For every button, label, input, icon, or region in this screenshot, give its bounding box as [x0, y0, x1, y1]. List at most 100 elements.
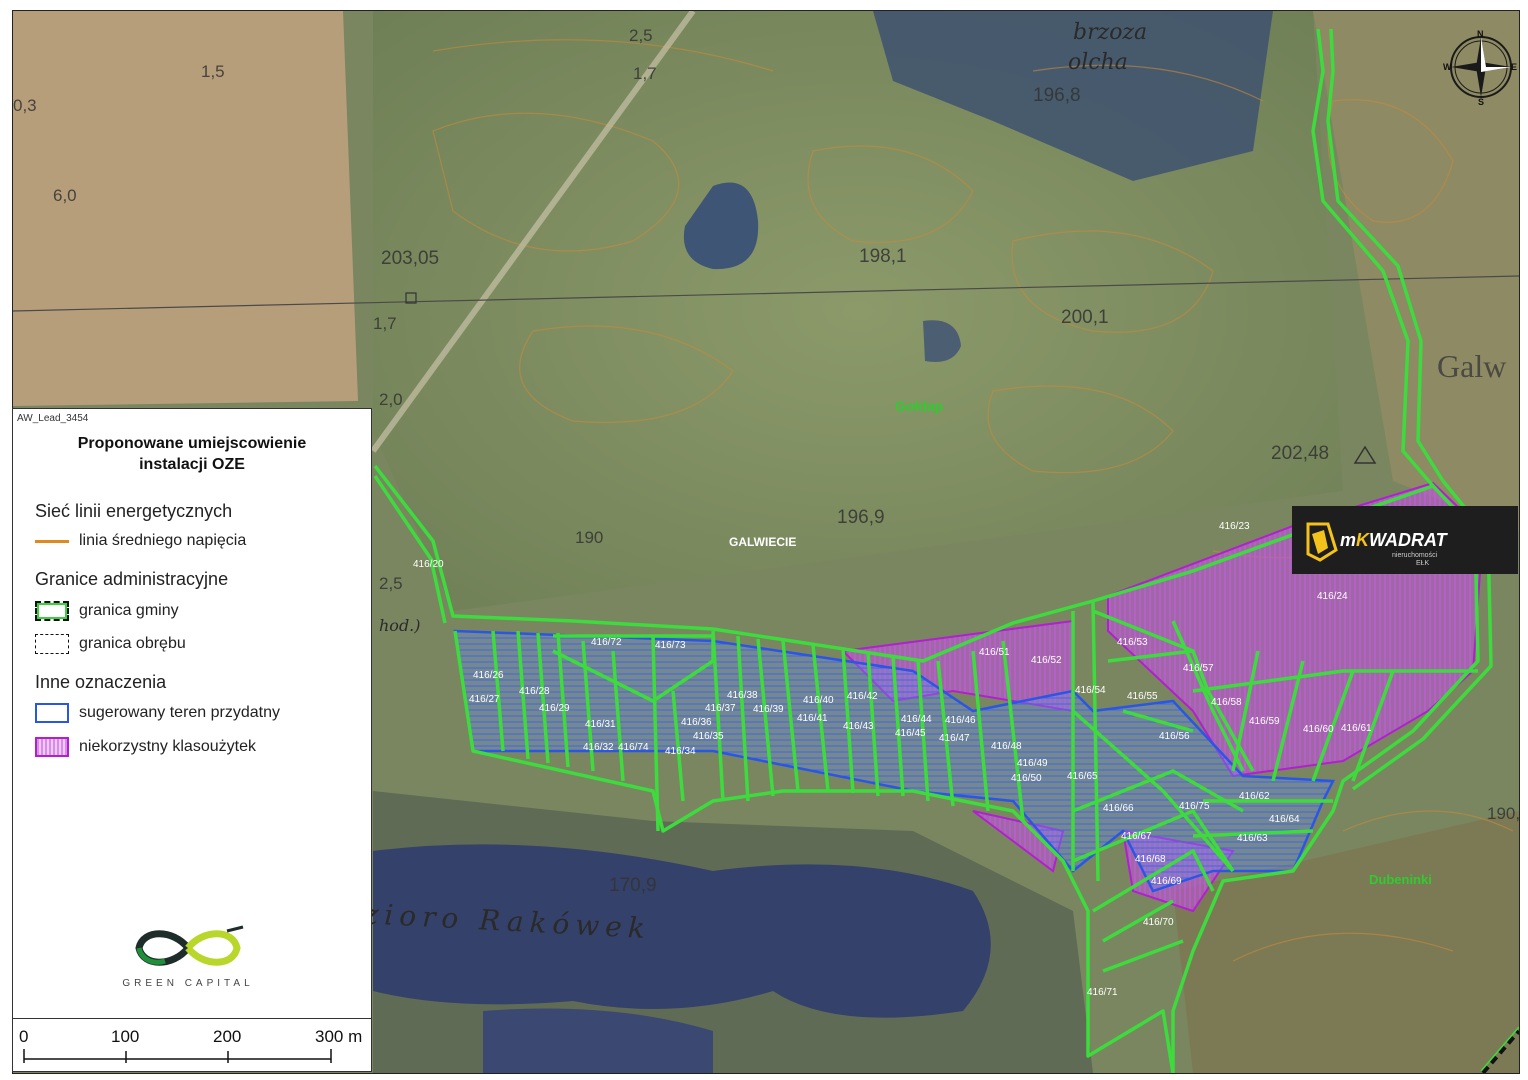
elevation-label: 0,3 — [13, 96, 37, 115]
parcel-label[interactable]: 416/66 — [1103, 803, 1134, 814]
parcel-label[interactable]: 416/37 — [705, 703, 736, 714]
scale-bar: 0 100 200 300 m — [12, 1018, 372, 1072]
parcel-label[interactable]: 416/59 — [1249, 716, 1280, 727]
wetland-label-olcha: olcha — [1068, 50, 1128, 75]
scale-label: 0 — [19, 1027, 29, 1046]
elevation-label: 202,48 — [1271, 443, 1329, 464]
parcel-label[interactable]: 416/53 — [1117, 637, 1148, 648]
elevation-label: 2,0 — [379, 390, 403, 409]
parcel-label[interactable]: 416/34 — [665, 746, 696, 757]
soil-class-symbol-icon — [35, 737, 69, 757]
parcel-label[interactable]: 416/28 — [519, 686, 550, 697]
compass-s: S — [1478, 97, 1484, 105]
place-label-galw: Galw — [1437, 348, 1506, 384]
parcel-label[interactable]: 416/48 — [991, 741, 1022, 752]
parcel-label[interactable]: 416/38 — [727, 690, 758, 701]
elevation-label: 196,8 — [1033, 85, 1081, 106]
legend-section-admin: Granice administracyjne — [35, 569, 229, 589]
place-label-goldap: Gołdap — [895, 398, 943, 414]
parcel-label[interactable]: 416/63 — [1237, 833, 1268, 844]
parcel-label[interactable]: 416/70 — [1143, 917, 1174, 928]
legend-section-energy: Sieć linii energetycznych — [35, 501, 233, 521]
parcel-label[interactable]: 416/64 — [1269, 814, 1300, 825]
parcel-label[interactable]: 416/72 — [591, 637, 622, 648]
legend-section-other: Inne oznaczenia — [35, 672, 167, 692]
parcel-label[interactable]: 416/54 — [1075, 685, 1106, 696]
legend-item-teren: sugerowany teren przydatny — [35, 701, 280, 725]
parcel-label[interactable]: 416/43 — [843, 721, 874, 732]
parcel-label[interactable]: 416/44 — [901, 714, 932, 725]
legend-item-gmina: granica gminy — [35, 599, 179, 623]
parcel-label[interactable]: 416/65 — [1067, 771, 1098, 782]
parcel-label[interactable]: 416/55 — [1127, 691, 1158, 702]
parcel-label[interactable]: 416/27 — [469, 694, 500, 705]
brand-city: EŁK — [1416, 560, 1430, 567]
parcel-label[interactable]: 416/51 — [979, 647, 1010, 658]
compass-n: N — [1477, 29, 1484, 39]
power-line-symbol-icon — [35, 539, 69, 543]
parcel-label[interactable]: 416/74 — [618, 742, 649, 753]
parcel-label[interactable]: 416/29 — [539, 703, 570, 714]
elevation-label: 190, — [1487, 804, 1519, 823]
parcel-label[interactable]: 416/36 — [681, 717, 712, 728]
green-capital-logo: GREEN CAPITAL — [113, 925, 263, 989]
parcel-label[interactable]: 416/24 — [1317, 591, 1348, 602]
parcel-label[interactable]: 416/41 — [797, 713, 828, 724]
parcel-label[interactable]: 416/32 — [583, 742, 614, 753]
elevation-label: 2,5 — [379, 574, 403, 593]
parcel-label[interactable]: 416/39 — [753, 704, 784, 715]
infinity-logo-icon — [135, 925, 244, 966]
parcel-label[interactable]: 416/75 — [1179, 801, 1210, 812]
parcel-label[interactable]: 416/49 — [1017, 758, 1048, 769]
parcel-label[interactable]: 416/56 — [1159, 731, 1190, 742]
parcel-label[interactable]: 416/62 — [1239, 791, 1270, 802]
gmina-boundary-symbol-icon — [35, 601, 69, 621]
legend-panel: AW_Lead_3454 Proponowane umiejscowienie … — [12, 408, 372, 1072]
parcel-label[interactable]: 416/73 — [655, 640, 686, 651]
parcel-label[interactable]: 416/45 — [895, 728, 926, 739]
elevation-label: 170,9 — [609, 875, 657, 896]
parcel-label[interactable]: 416/40 — [803, 695, 834, 706]
brand-mark-icon — [1306, 522, 1338, 562]
parcel-label[interactable]: 416/57 — [1183, 663, 1214, 674]
legend-item-power-line: linia średniego napięcia — [35, 529, 246, 553]
lead-id: AW_Lead_3454 — [17, 413, 89, 424]
parcel-label[interactable]: 416/31 — [585, 719, 616, 730]
elevation-label: 1,5 — [201, 62, 225, 81]
legend-item-label: granica gminy — [79, 602, 179, 619]
parcel-label[interactable]: 416/67 — [1121, 831, 1152, 842]
road-label-chod: hod.) — [379, 616, 421, 635]
parcel-label[interactable]: 416/26 — [473, 670, 504, 681]
brand-name: mKWADRAT — [1340, 530, 1447, 550]
parcel-label[interactable]: 416/23 — [1219, 521, 1250, 532]
parcel-label[interactable]: 416/20 — [413, 559, 444, 570]
green-capital-text: GREEN CAPITAL — [122, 978, 254, 989]
place-label-dubeninki: Dubeninki — [1369, 872, 1432, 887]
compass-rose-icon: N S E W — [1443, 29, 1517, 105]
parcel-label[interactable]: 416/46 — [945, 715, 976, 726]
elevation-label: 203,05 — [381, 248, 439, 269]
elevation-label: 1,7 — [373, 314, 397, 333]
parcel-label[interactable]: 416/68 — [1135, 854, 1166, 865]
wetland-label-brzoza: brzoza — [1073, 20, 1147, 45]
scale-label: 100 — [111, 1027, 140, 1046]
elevation-label: 190 — [575, 528, 603, 547]
elevation-label: 198,1 — [859, 246, 907, 267]
elevation-label: 200,1 — [1061, 307, 1109, 328]
parcel-label[interactable]: 416/47 — [939, 733, 970, 744]
parcel-label[interactable]: 416/58 — [1211, 697, 1242, 708]
parcel-label[interactable]: 416/42 — [847, 691, 878, 702]
parcel-label[interactable]: 416/35 — [693, 731, 724, 742]
parcel-label[interactable]: 416/61 — [1341, 723, 1372, 734]
parcel-label[interactable]: 416/60 — [1303, 724, 1334, 735]
scale-label: 300 m — [315, 1027, 363, 1046]
parcel-label[interactable]: 416/52 — [1031, 655, 1062, 666]
scale-label: 200 — [213, 1027, 242, 1046]
elevation-label: 196,9 — [837, 507, 885, 528]
parcel-label[interactable]: 416/69 — [1151, 876, 1182, 887]
legend-item-label: sugerowany teren przydatny — [79, 704, 280, 721]
elevation-label: 1,7 — [633, 64, 657, 83]
parcel-label[interactable]: 416/50 — [1011, 773, 1042, 784]
brand-subtitle: nieruchomości — [1392, 552, 1438, 559]
parcel-label[interactable]: 416/71 — [1087, 987, 1118, 998]
